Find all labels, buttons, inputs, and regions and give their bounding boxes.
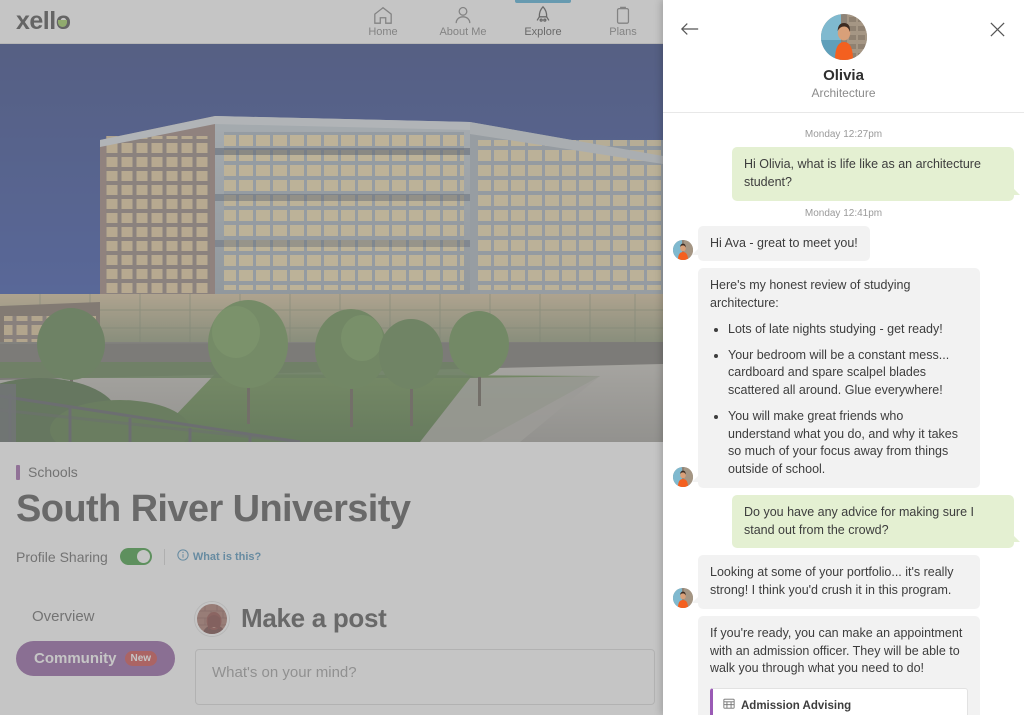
profile-sharing-label: Profile Sharing [16, 549, 108, 565]
nav-label: About Me [439, 26, 486, 38]
home-icon [372, 5, 394, 25]
message-text: Here's my honest review of studying arch… [710, 278, 910, 310]
nav-label: Plans [609, 26, 637, 38]
info-icon [177, 548, 189, 566]
hero-illustration [0, 44, 663, 442]
avatar-illustration [197, 604, 229, 636]
profile-sharing-toggle[interactable] [120, 548, 152, 565]
chat-message-incoming: Looking at some of your portfolio... it'… [673, 555, 1014, 609]
divider [164, 549, 165, 565]
sender-avatar [673, 467, 693, 487]
message-bubble: Do you have any advice for making sure I… [732, 495, 1014, 549]
page-title: South River University [16, 488, 647, 532]
make-a-post-section: Make a post What's on your mind? [195, 602, 663, 705]
profile-sharing-row: Profile Sharing What is this? [16, 548, 647, 566]
chat-panel: Olivia Architecture Monday 12:27pm Hi Ol… [663, 0, 1024, 715]
toggle-knob [137, 550, 150, 563]
top-navigation-bar: xello Home [0, 0, 663, 44]
clipboard-icon [612, 5, 634, 25]
avatar-illustration [673, 240, 693, 260]
sender-avatar [673, 588, 693, 608]
nav-label: Home [368, 26, 397, 38]
message-bubble: Hi Olivia, what is life like as an archi… [732, 147, 1014, 201]
school-header: Schools South River University Profile S… [0, 442, 663, 566]
back-button[interactable] [677, 16, 703, 42]
message-bubble: If you're ready, you can make an appoint… [698, 616, 980, 715]
bullet-item: Your bedroom will be a constant mess... … [728, 347, 968, 400]
bullet-item: You will make great friends who understa… [728, 408, 968, 479]
chat-message-incoming: Hi Ava - great to meet you! [673, 226, 1014, 262]
school-hero-image [0, 44, 663, 442]
message-bullet-list: Lots of late nights studying - get ready… [714, 321, 968, 479]
xello-logo[interactable]: xello [16, 7, 70, 36]
calendar-icon [723, 697, 735, 715]
message-bubble: Looking at some of your portfolio... it'… [698, 555, 980, 609]
message-bubble: Hi Ava - great to meet you! [698, 226, 870, 262]
avatar-illustration [673, 467, 693, 487]
contact-subtitle: Architecture [663, 86, 1024, 100]
rocket-icon [532, 5, 554, 25]
nav-item-home[interactable]: Home [343, 0, 423, 43]
person-icon [452, 5, 474, 25]
chat-message-outgoing: Do you have any advice for making sure I… [673, 495, 1014, 549]
breadcrumb[interactable]: Schools [16, 464, 647, 480]
user-avatar [195, 602, 229, 636]
chat-header: Olivia Architecture [663, 0, 1024, 113]
what-is-this-link[interactable]: What is this? [177, 548, 261, 566]
card-title: Admission Advising [741, 698, 851, 714]
post-input[interactable]: What's on your mind? [195, 649, 655, 705]
chat-message-incoming-with-card: If you're ready, you can make an appoint… [673, 616, 1014, 715]
message-timestamp: Monday 12:27pm [673, 129, 1014, 140]
admission-advising-card[interactable]: Admission Advising Meet with an Admissio… [710, 688, 968, 715]
app-root: xello Home [0, 0, 1024, 715]
message-bubble: Here's my honest review of studying arch… [698, 268, 980, 488]
new-badge: New [125, 651, 158, 666]
chat-message-outgoing: Hi Olivia, what is life like as an archi… [673, 147, 1014, 201]
message-timestamp: Monday 12:41pm [673, 208, 1014, 219]
what-is-this-label: What is this? [193, 551, 261, 563]
contact-avatar [821, 14, 867, 60]
profile-side-nav: Overview Community New [0, 602, 195, 705]
school-profile-page: xello Home [0, 0, 663, 715]
sidebar-item-label: Community [34, 650, 117, 667]
breadcrumb-accent-bar [16, 465, 20, 480]
breadcrumb-label: Schools [28, 464, 78, 480]
bullet-item: Lots of late nights studying - get ready… [728, 321, 968, 339]
message-text: If you're ready, you can make an appoint… [710, 626, 962, 676]
post-header: Make a post [195, 602, 663, 636]
nav-label: Explore [524, 26, 561, 38]
nav-items: Home About Me [343, 0, 663, 43]
close-button[interactable] [984, 16, 1010, 42]
contact-name: Olivia [663, 67, 1024, 84]
nav-item-explore[interactable]: Explore [503, 0, 583, 43]
card-title-row: Admission Advising [723, 697, 957, 715]
sidebar-item-community[interactable]: Community New [16, 641, 175, 676]
chat-message-list[interactable]: Monday 12:27pm Hi Olivia, what is life l… [663, 113, 1024, 715]
post-title: Make a post [241, 603, 387, 634]
active-indicator [515, 0, 571, 3]
nav-item-about-me[interactable]: About Me [423, 0, 503, 43]
nav-item-plans[interactable]: Plans [583, 0, 663, 43]
avatar-illustration [821, 14, 867, 60]
profile-lower-section: Overview Community New [0, 602, 663, 705]
avatar-illustration [673, 588, 693, 608]
sidebar-item-overview[interactable]: Overview [16, 602, 195, 641]
chat-message-incoming: Here's my honest review of studying arch… [673, 268, 1014, 488]
sender-avatar [673, 240, 693, 260]
